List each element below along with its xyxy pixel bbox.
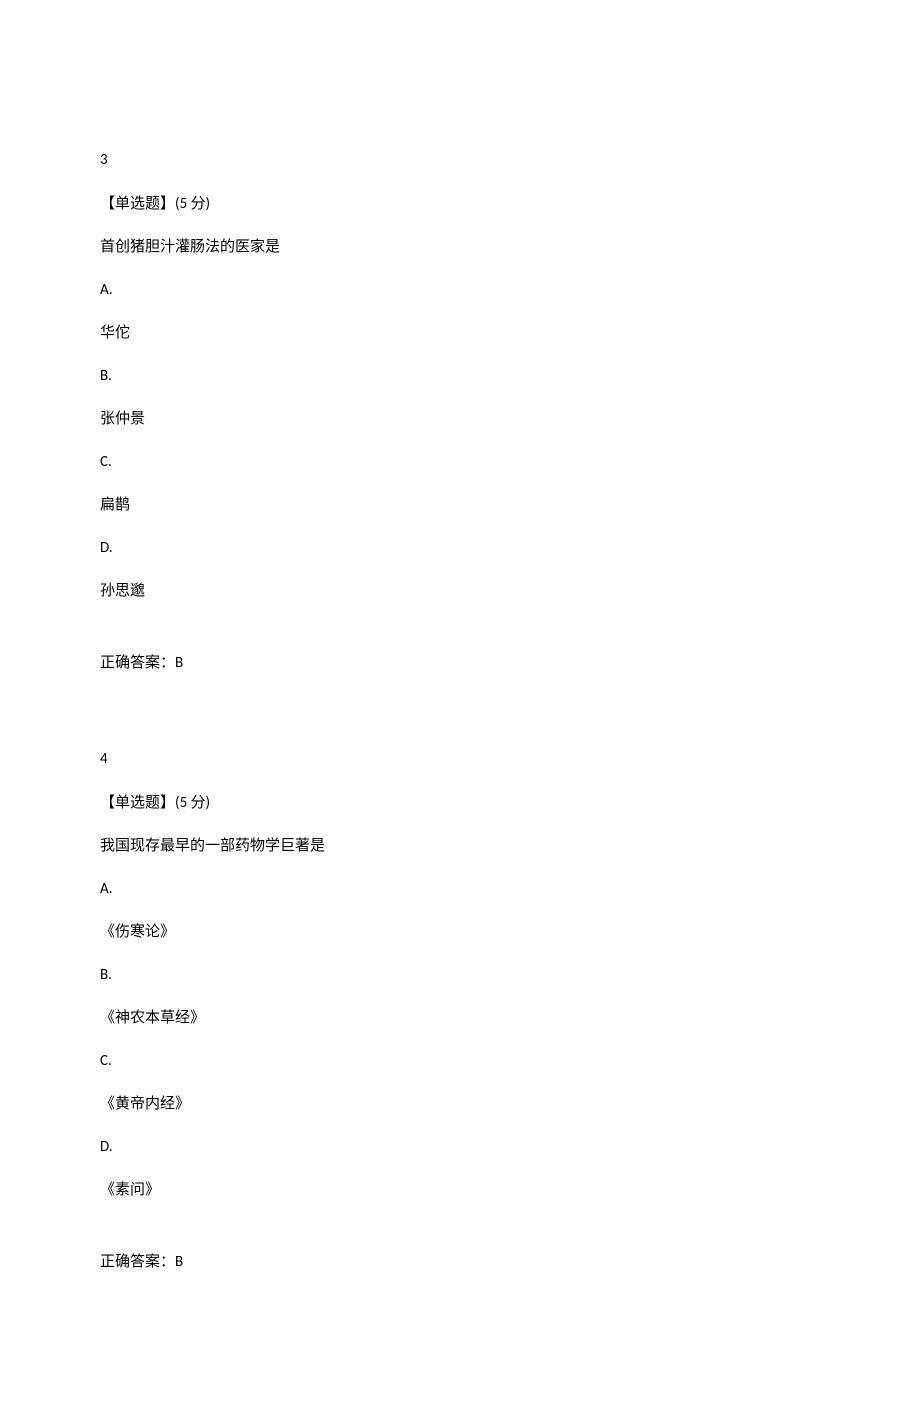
- option-letter: D.: [100, 538, 820, 559]
- question-block-3: 3 【单选题】(5 分) 首创猪胆汁灌肠法的医家是 A. 华佗 B. 张仲景 C…: [100, 150, 820, 674]
- answer-line: 正确答案：B: [100, 1251, 820, 1273]
- answer-value: B: [175, 1253, 183, 1271]
- question-text: 我国现存最早的一部药物学巨著是: [100, 836, 820, 857]
- question-number: 3: [100, 150, 820, 171]
- option-text: 孙思邈: [100, 581, 820, 602]
- option-letter: D.: [100, 1137, 820, 1158]
- question-type-line: 【单选题】(5 分): [100, 792, 820, 814]
- option-letter: C.: [100, 1051, 820, 1072]
- option-letter: C.: [100, 452, 820, 473]
- question-type-line: 【单选题】(5 分): [100, 193, 820, 215]
- option-text: 华佗: [100, 323, 820, 344]
- option-text: 扁鹊: [100, 495, 820, 516]
- option-text: 《伤寒论》: [100, 922, 820, 943]
- answer-label: 正确答案：: [100, 1254, 175, 1270]
- option-text: 《素问》: [100, 1180, 820, 1201]
- option-letter: A.: [100, 879, 820, 900]
- question-type: 【单选题】: [100, 795, 175, 811]
- answer-label: 正确答案：: [100, 655, 175, 671]
- option-letter: A.: [100, 280, 820, 301]
- question-points: (5 分): [175, 794, 210, 812]
- option-text: 张仲景: [100, 409, 820, 430]
- option-letter: B.: [100, 366, 820, 387]
- option-text: 《黄帝内经》: [100, 1094, 820, 1115]
- question-type: 【单选题】: [100, 196, 175, 212]
- option-text: 《神农本草经》: [100, 1008, 820, 1029]
- answer-line: 正确答案：B: [100, 652, 820, 674]
- question-points: (5 分): [175, 195, 210, 213]
- answer-value: B: [175, 654, 183, 672]
- question-number: 4: [100, 749, 820, 770]
- option-letter: B.: [100, 965, 820, 986]
- question-block-4: 4 【单选题】(5 分) 我国现存最早的一部药物学巨著是 A. 《伤寒论》 B.…: [100, 749, 820, 1273]
- question-text: 首创猪胆汁灌肠法的医家是: [100, 237, 820, 258]
